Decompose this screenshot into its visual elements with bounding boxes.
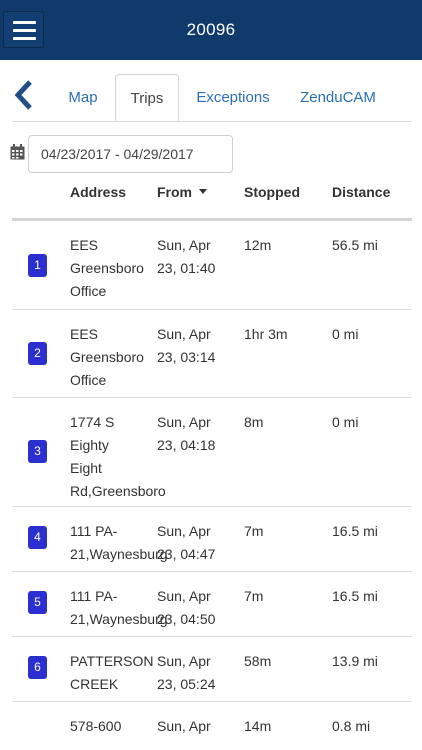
trip-stopped-duration: 58m <box>244 653 272 669</box>
table-row[interactable]: 3 1774 S Eighty Eight Rd,Greensboro Sun, … <box>12 398 412 507</box>
column-header-from-label: From <box>157 184 192 200</box>
trip-distance: 13.9 mi <box>332 653 378 669</box>
trip-distance: 16.5 mi <box>332 523 378 539</box>
tab-zenducam[interactable]: ZenduCAM <box>294 74 382 122</box>
trip-distance: 0 mi <box>332 414 359 430</box>
trip-start-time: Sun, Apr 23, 03:14 <box>157 326 216 365</box>
trip-distance: 16.5 mi <box>332 588 378 604</box>
trip-number-badge: 4 <box>28 526 47 549</box>
trip-start-time: Sun, Apr 23, 05:24 <box>157 653 216 692</box>
trip-stopped-duration: 14m <box>244 718 272 734</box>
table-row[interactable]: 578-600 Sun, Apr 14m 0.8 mi <box>12 702 412 750</box>
table-row[interactable]: 1 EES Greensboro Office Sun, Apr 23, 01:4… <box>12 221 412 310</box>
calendar-icon[interactable] <box>10 144 25 160</box>
table-row[interactable]: 2 EES Greensboro Office Sun, Apr 23, 03:1… <box>12 310 412 398</box>
trip-stopped-duration: 12m <box>244 237 272 253</box>
trip-start-time: Sun, Apr 23, 01:40 <box>157 237 216 276</box>
trip-distance: 56.5 mi <box>332 237 378 253</box>
trip-distance: 0.8 mi <box>332 718 371 734</box>
trip-distance: 0 mi <box>332 326 359 342</box>
trip-number-badge: 6 <box>28 656 47 679</box>
tab-map[interactable]: Map <box>55 74 111 122</box>
tab-exceptions[interactable]: Exceptions <box>188 74 278 122</box>
trip-number-badge: 2 <box>28 342 47 365</box>
tab-trips[interactable]: Trips <box>115 74 179 122</box>
trip-stopped-duration: 1hr 3m <box>244 326 288 342</box>
trip-start-time: Sun, Apr 23, 04:50 <box>157 588 216 627</box>
trip-number-badge: 3 <box>28 440 47 463</box>
trip-stopped-duration: 7m <box>244 588 264 604</box>
trip-stopped-duration: 7m <box>244 523 264 539</box>
trip-number-badge: 1 <box>28 254 47 277</box>
column-header-distance[interactable]: Distance <box>332 184 390 200</box>
column-header-address[interactable]: Address <box>70 184 126 200</box>
date-range-field[interactable]: 04/23/2017 - 04/29/2017 <box>28 135 233 173</box>
tabs-divider <box>12 121 412 122</box>
trip-start-time: Sun, Apr <box>157 718 211 734</box>
trip-start-time: Sun, Apr 23, 04:18 <box>157 414 216 453</box>
page-title: 20096 <box>186 20 236 39</box>
app-header: 20096 <box>0 0 422 60</box>
table-row[interactable]: 4 111 PA- 21,Waynesburg Sun, Apr 23, 04:4… <box>12 507 412 572</box>
caret-down-icon <box>198 189 207 194</box>
trip-stopped-duration: 8m <box>244 414 264 430</box>
trip-number-badge: 5 <box>28 591 47 614</box>
trip-start-time: Sun, Apr 23, 04:47 <box>157 523 216 562</box>
table-row[interactable]: 5 111 PA- 21,Waynesburg Sun, Apr 23, 04:5… <box>12 572 412 637</box>
back-chevron-icon[interactable] <box>10 78 38 112</box>
column-header-from[interactable]: From <box>157 184 208 200</box>
column-header-stopped[interactable]: Stopped <box>244 184 300 200</box>
table-row[interactable]: 6 PATTERSON CREEK Sun, Apr 23, 05:24 58m 13… <box>12 637 412 702</box>
